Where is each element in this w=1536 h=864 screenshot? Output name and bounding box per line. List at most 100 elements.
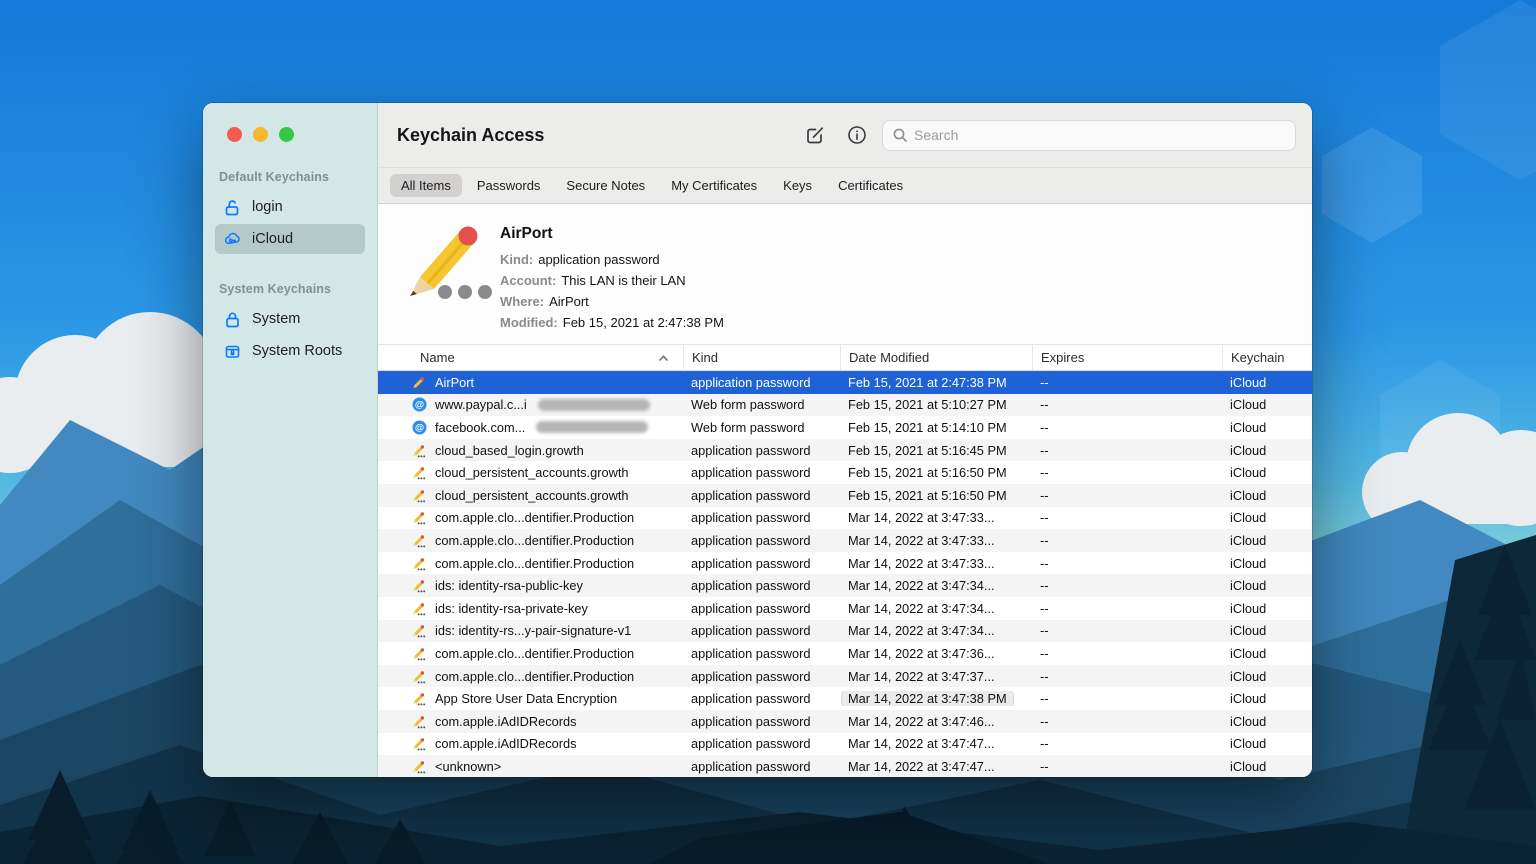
sidebar-item-icloud[interactable]: iCloud [215,224,365,254]
table-row[interactable]: AirPortapplication passwordFeb 15, 2021 … [378,371,1312,394]
tab-my-certificates[interactable]: My Certificates [660,174,768,197]
window-controls [203,103,377,142]
table-row[interactable]: com.apple.clo...dentifier.Productionappl… [378,665,1312,688]
item-expires: -- [1032,601,1222,616]
item-expires: -- [1032,556,1222,571]
item-date-modified: Feb 15, 2021 at 5:14:10 PM [840,420,1032,435]
detail-field-value: AirPort [549,294,589,309]
detail-field: Kind:application password [500,249,724,270]
item-expires: -- [1032,420,1222,435]
item-name: facebook.com... [435,420,525,435]
column-header-date-modified[interactable]: Date Modified [840,345,1032,370]
item-expires: -- [1032,736,1222,751]
info-icon[interactable] [840,120,874,150]
system-roots-icon [223,342,242,361]
compose-icon[interactable] [798,120,832,150]
table-row[interactable]: com.apple.clo...dentifier.Productionappl… [378,529,1312,552]
table-row[interactable]: ids: identity-rsa-private-keyapplication… [378,597,1312,620]
application-password-icon [412,488,427,503]
table-row[interactable]: cloud_persistent_accounts.growthapplicat… [378,484,1312,507]
column-header-keychain[interactable]: Keychain [1222,345,1312,370]
tab-passwords[interactable]: Passwords [466,174,552,197]
item-date-modified: Feb 15, 2021 at 5:16:50 PM [840,488,1032,503]
date-tooltip-overlay: Mar 14, 2022 at 3:47:38 PM [841,691,1014,706]
tab-all-items[interactable]: All Items [390,174,462,197]
table-row[interactable]: ids: identity-rs...y-pair-signature-v1ap… [378,620,1312,643]
item-expires: -- [1032,510,1222,525]
item-keychain: iCloud [1222,510,1312,525]
column-header-label: Keychain [1231,350,1284,365]
window-title: Keychain Access [397,125,544,146]
sidebar-item-system[interactable]: System [215,304,365,334]
item-keychain: iCloud [1222,736,1312,751]
item-date-modified: Mar 14, 2022 at 3:47:33... [840,510,1032,525]
svg-text:@: @ [415,423,424,434]
item-keychain: iCloud [1222,691,1312,706]
item-kind: application password [683,669,840,684]
table-row[interactable]: ids: identity-rsa-public-keyapplication … [378,574,1312,597]
item-name: ids: identity-rsa-public-key [435,578,583,593]
minimize-button[interactable] [253,127,268,142]
sidebar-item-label: System [252,311,300,327]
application-password-icon [412,714,427,729]
item-expires: -- [1032,465,1222,480]
item-kind: application password [683,691,840,706]
item-kind: application password [683,533,840,548]
sidebar-item-label: login [252,199,283,215]
item-keychain: iCloud [1222,465,1312,480]
item-keychain: iCloud [1222,533,1312,548]
toolbar: Keychain Access [378,103,1312,168]
item-kind: application password [683,465,840,480]
table-row[interactable]: cloud_persistent_accounts.growth applicat… [378,461,1312,484]
keychain-access-window: Default KeychainsloginiCloudSystem Keych… [203,103,1312,777]
table-header: NameKindDate ModifiedExpires Keychain [378,344,1312,371]
application-password-icon [412,601,427,616]
table-row[interactable]: @facebook.com...Web form passwordFeb 15,… [378,416,1312,439]
close-button[interactable] [227,127,242,142]
category-tabs: All ItemsPasswordsSecure NotesMy Certifi… [378,168,1312,204]
zoom-button[interactable] [279,127,294,142]
tab-secure-notes[interactable]: Secure Notes [555,174,656,197]
table-row[interactable]: com.apple.iAdIDRecordsapplication passwo… [378,733,1312,756]
item-keychain: iCloud [1222,556,1312,571]
item-date-modified: Mar 14, 2022 at 3:47:33... [840,533,1032,548]
item-name: www.paypal.c...i [435,397,527,412]
application-password-icon [412,759,427,774]
application-password-icon [412,646,427,661]
tab-keys[interactable]: Keys [772,174,823,197]
item-keychain: iCloud [1222,443,1312,458]
table-row[interactable]: @www.paypal.c...iWeb form passwordFeb 15… [378,394,1312,417]
column-header-name[interactable]: Name [378,345,683,370]
item-keychain: iCloud [1222,397,1312,412]
item-expires: -- [1032,691,1222,706]
application-password-icon [412,736,427,751]
detail-field-value: application password [538,252,659,267]
item-name: cloud_persistent_accounts.growth [435,465,629,480]
table-row[interactable]: cloud_based_login.growthapplication pass… [378,439,1312,462]
tab-certificates[interactable]: Certificates [827,174,914,197]
table-row[interactable]: App Store User Data Encryptionapplicatio… [378,687,1312,710]
application-password-icon [412,443,427,458]
table-row[interactable]: <unknown>application passwordMar 14, 202… [378,755,1312,777]
search-input[interactable] [914,127,1286,143]
column-header-expires[interactable]: Expires [1032,345,1222,370]
sidebar-item-login[interactable]: login [215,192,365,222]
item-keychain: iCloud [1222,623,1312,638]
column-header-kind[interactable]: Kind [683,345,840,370]
table-row[interactable]: com.apple.iAdIDRecordsapplication passwo… [378,710,1312,733]
table-row[interactable]: com.apple.clo...dentifier.Productionappl… [378,552,1312,575]
sidebar-item-system-roots[interactable]: System Roots [215,336,365,366]
table-row[interactable]: com.apple.clo...dentifier.Productionappl… [378,642,1312,665]
item-keychain: iCloud [1222,669,1312,684]
item-kind: application password [683,488,840,503]
item-kind: application password [683,759,840,774]
icloud-keychain-icon [223,230,242,249]
item-date-modified: Mar 14, 2022 at 3:47:47... [840,736,1032,751]
table-row[interactable]: com.apple.clo...dentifier.Productionappl… [378,507,1312,530]
item-expires: -- [1032,488,1222,503]
pencil-icon [400,217,500,344]
item-date-modified: Mar 14, 2022 at 3:47:37... [840,669,1032,684]
item-expires: -- [1032,578,1222,593]
item-expires: -- [1032,623,1222,638]
item-keychain: iCloud [1222,420,1312,435]
